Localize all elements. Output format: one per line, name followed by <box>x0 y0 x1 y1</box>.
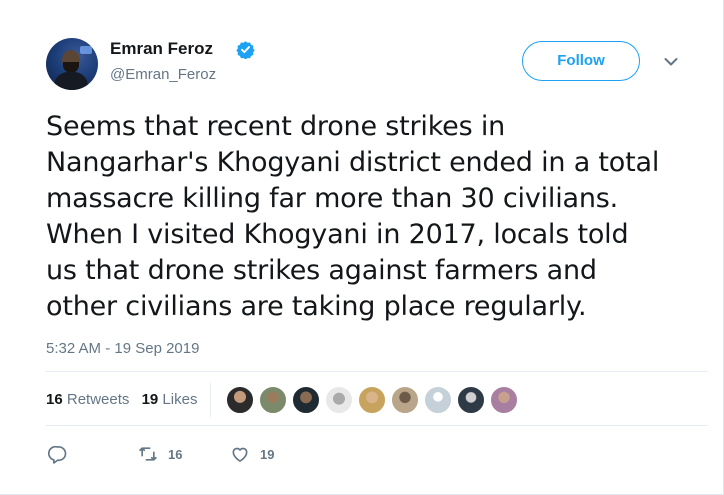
liker-avatar[interactable] <box>259 386 287 414</box>
retweet-icon <box>139 447 157 461</box>
tweet-text-line: us that drone strikes against farmers an… <box>46 255 597 286</box>
tweet-timestamp[interactable]: 5:32 AM - 19 Sep 2019 <box>46 340 199 357</box>
like-count: 19 <box>260 446 275 462</box>
liker-avatar[interactable] <box>358 386 386 414</box>
engagement-stats: 16 Retweets 19 Likes <box>46 388 205 412</box>
liker-avatar[interactable] <box>292 386 320 414</box>
liker-avatar[interactable] <box>391 386 419 414</box>
likes-stat[interactable]: 19 Likes <box>142 388 198 412</box>
liker-avatar[interactable] <box>424 386 452 414</box>
retweets-label: Retweets <box>66 391 130 408</box>
tweet-text: Seems that recent drone strikes in Nanga… <box>46 109 706 325</box>
tweet-card: Emran Feroz @Emran_Feroz Follow Seems th… <box>0 0 724 495</box>
author-handle[interactable]: @Emran_Feroz <box>110 65 216 85</box>
retweet-count: 16 <box>168 446 183 462</box>
tweet-text-line: Seems that recent drone strikes in <box>46 111 506 142</box>
liker-avatar[interactable] <box>490 386 518 414</box>
tweet-text-line: massacre killing far more than 30 civili… <box>46 183 619 214</box>
follow-button[interactable]: Follow <box>522 41 640 81</box>
tweet-text-line: Nangarhar's Khogyani district ended in a… <box>46 147 660 178</box>
avatar-background-logo <box>80 46 92 54</box>
divider <box>46 425 708 426</box>
liker-avatar[interactable] <box>457 386 485 414</box>
chevron-down-icon[interactable] <box>664 57 678 67</box>
retweet-button[interactable]: 16 <box>138 442 182 466</box>
stats-separator <box>210 383 211 417</box>
retweets-count: 16 <box>46 391 63 408</box>
tweet-text-line: other civilians are taking place regular… <box>46 291 587 322</box>
tweet-text-line: When I visited Khogyani in 2017, locals … <box>46 219 629 250</box>
reply-button[interactable] <box>48 442 68 466</box>
author-avatar[interactable] <box>46 38 98 90</box>
retweets-stat[interactable]: 16 Retweets <box>46 388 129 412</box>
like-button[interactable]: 19 <box>230 442 274 466</box>
divider <box>46 371 708 372</box>
liker-avatar[interactable] <box>226 386 254 414</box>
likes-label: Likes <box>162 391 198 408</box>
heart-icon <box>232 447 248 462</box>
verified-badge-icon <box>236 41 255 59</box>
avatar-body <box>54 72 88 90</box>
reply-icon <box>48 445 67 464</box>
likes-count: 19 <box>141 391 159 408</box>
liker-avatar[interactable] <box>325 386 353 414</box>
author-name[interactable]: Emran Feroz <box>110 38 213 60</box>
